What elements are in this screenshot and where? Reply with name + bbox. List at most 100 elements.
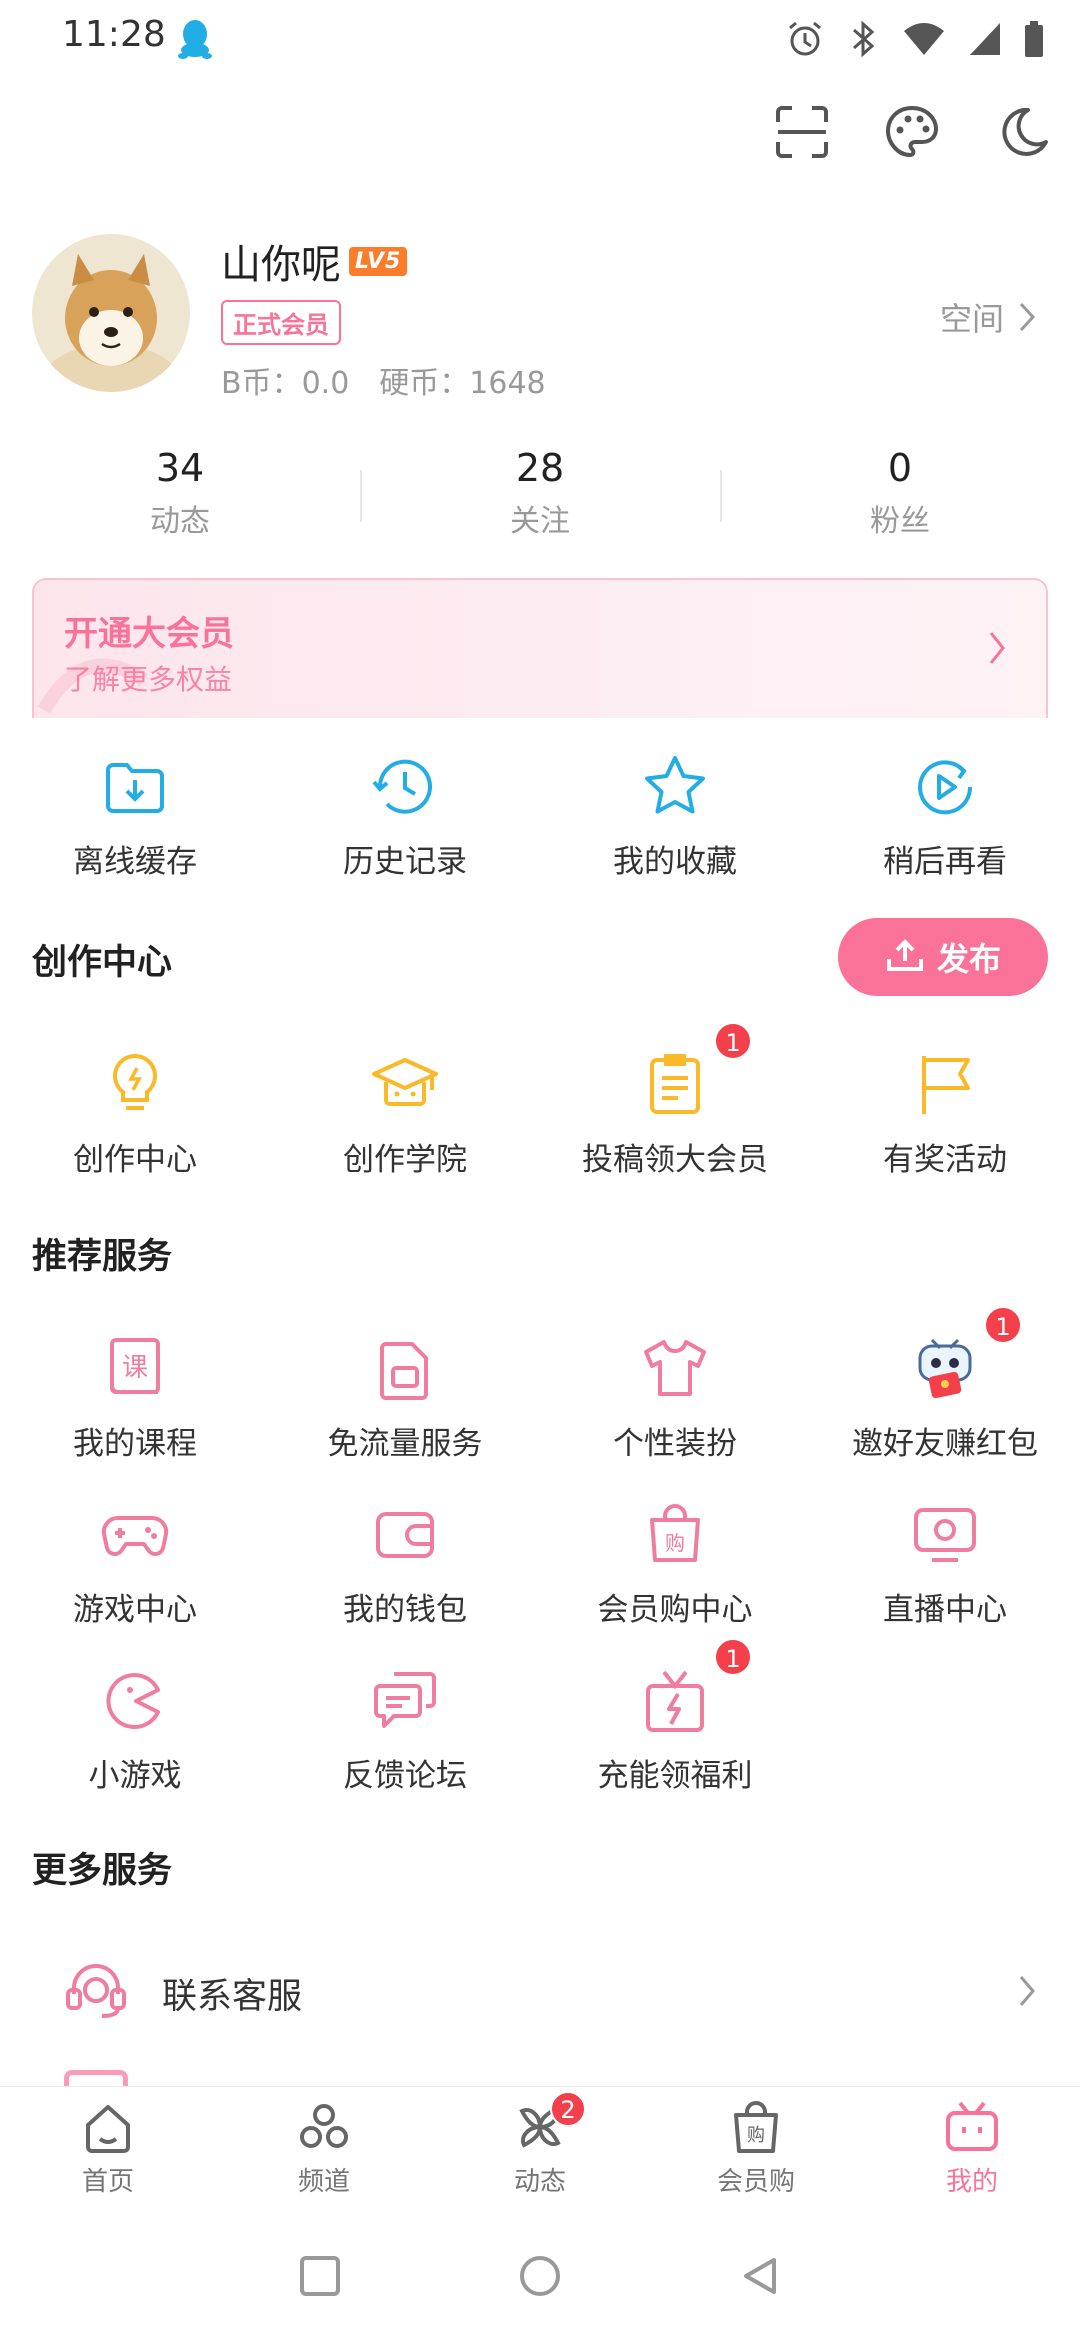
tab-label: 会员购 — [716, 2167, 795, 2197]
profile-stats: 34 动态 28 关注 0 粉丝 — [0, 446, 1080, 546]
creation-item-label: 有奖活动 — [883, 1142, 1007, 1178]
space-link[interactable]: 空间 — [940, 294, 1036, 340]
stat-dynamics[interactable]: 34 动态 — [0, 446, 360, 546]
stat-following[interactable]: 28 关注 — [360, 446, 720, 546]
status-bar: 11:28 — [0, 0, 1080, 80]
flag-icon — [922, 1056, 970, 1114]
star-icon — [645, 756, 705, 814]
tab-label: 动态 — [513, 2167, 566, 2197]
creation-section-title: 创作中心 — [32, 943, 173, 983]
invite-friends-item[interactable]: 1 邀好友赚红包 — [810, 1306, 1080, 1463]
b-coin-balance: B币：0.0 — [221, 366, 350, 401]
creation-item-label: 投稿领大会员 — [582, 1142, 768, 1178]
watch-later-item[interactable]: 稍后再看 — [810, 752, 1080, 881]
feedback-forum-item[interactable]: 反馈论坛 — [270, 1666, 540, 1795]
live-center-item[interactable]: 直播中心 — [810, 1500, 1080, 1629]
back-triangle-icon[interactable] — [738, 2254, 782, 2298]
publish-button[interactable]: 发布 — [838, 918, 1048, 996]
history-item[interactable]: 历史记录 — [270, 752, 540, 881]
creation-item-label: 创作中心 — [73, 1142, 197, 1178]
tab-vip-shop[interactable]: 购 会员购 — [648, 2087, 864, 2214]
sim-card-icon — [380, 1342, 428, 1400]
tab-dynamics[interactable]: 2 动态 — [432, 2087, 648, 2214]
watch-later-icon — [918, 760, 973, 815]
space-label: 空间 — [939, 300, 1004, 338]
pinwheel-icon-wrap: 2 — [512, 2091, 586, 2155]
mascot-red-envelope-icon — [918, 1338, 972, 1399]
customer-service-row[interactable]: 联系客服 — [0, 1940, 1080, 2040]
vip-status-tag[interactable]: 正式会员 — [221, 300, 341, 345]
history-clock-icon — [372, 759, 432, 814]
wallet-icon — [376, 1512, 434, 1558]
reward-events-item[interactable]: 有奖活动 — [810, 1050, 1080, 1179]
avatar[interactable] — [32, 234, 190, 392]
stat-label: 动态 — [150, 504, 210, 539]
bluetooth-icon — [853, 20, 875, 58]
quick-action-label: 稍后再看 — [883, 844, 1007, 880]
system-navigation-bar — [0, 2214, 1080, 2340]
submit-for-vip-item[interactable]: 1 投稿领大会员 — [540, 1022, 810, 1179]
tab-channel[interactable]: 频道 — [216, 2087, 432, 2214]
quick-action-label: 离线缓存 — [73, 844, 197, 880]
alarm-icon — [789, 21, 821, 56]
graduation-cap-icon — [372, 1058, 438, 1106]
headset-icon — [66, 1964, 126, 2018]
gamepad-icon — [101, 1515, 169, 1556]
tab-label: 频道 — [297, 2167, 350, 2197]
quick-action-label: 历史记录 — [343, 844, 467, 880]
course-book-icon: 课 — [110, 1338, 160, 1394]
bilibili-tv-icon — [946, 2101, 998, 2151]
username: 山你呢 — [221, 242, 341, 288]
vip-banner-subtitle: 了解更多权益 — [64, 663, 233, 696]
chevron-right-icon — [989, 632, 1005, 664]
clipboard-icon — [650, 1054, 700, 1114]
service-label: 游戏中心 — [73, 1592, 197, 1628]
wifi-icon — [904, 23, 944, 55]
username-row: 山你呢 LV5 — [221, 232, 408, 290]
theme-palette-icon[interactable] — [884, 104, 940, 160]
charge-benefits-item[interactable]: 1 充能领福利 — [540, 1638, 810, 1795]
wallet-item[interactable]: 我的钱包 — [270, 1500, 540, 1629]
service-label: 会员购中心 — [597, 1592, 753, 1628]
creation-center-item[interactable]: 创作中心 — [0, 1050, 270, 1179]
tab-home[interactable]: 首页 — [0, 2087, 216, 2214]
scan-icon[interactable] — [774, 104, 830, 160]
chat-bubbles-icon — [374, 1672, 436, 1728]
shopping-bag-icon: 购 — [650, 1504, 700, 1562]
service-label: 我的课程 — [73, 1426, 197, 1462]
channel-icon — [300, 2104, 348, 2148]
svg-text:购: 购 — [747, 2125, 765, 2146]
stat-followers[interactable]: 0 粉丝 — [720, 446, 1080, 546]
game-center-item[interactable]: 游戏中心 — [0, 1500, 270, 1629]
mascot-icon-wrap: 1 — [910, 1306, 1022, 1404]
lightbulb-icon — [113, 1053, 157, 1110]
free-data-item[interactable]: 免流量服务 — [270, 1334, 540, 1463]
vip-shop-item[interactable]: 购 会员购中心 — [540, 1500, 810, 1629]
battery-icon — [1025, 21, 1043, 57]
recent-apps-icon[interactable] — [298, 2254, 342, 2298]
favorites-item[interactable]: 我的收藏 — [540, 752, 810, 881]
offline-cache-item[interactable]: 离线缓存 — [0, 752, 270, 881]
tab-label: 首页 — [81, 2167, 134, 2197]
vip-banner-title: 开通大会员 — [64, 614, 234, 654]
stat-value: 0 — [887, 446, 913, 490]
my-courses-item[interactable]: 课 我的课程 — [0, 1334, 270, 1463]
quick-actions-row: 离线缓存 历史记录 我的收藏 稍后再看 — [0, 752, 1080, 881]
home-circle-icon[interactable] — [518, 2254, 562, 2298]
chevron-right-icon — [1019, 1976, 1035, 2006]
recommended-row-2: 游戏中心 我的钱包 购 会员购中心 直播中心 — [0, 1500, 1080, 1629]
shopping-bag-icon: 购 — [734, 2101, 778, 2153]
svg-text:购: 购 — [665, 1531, 685, 1555]
tab-mine[interactable]: 我的 — [864, 2087, 1080, 2214]
mini-games-item[interactable]: 小游戏 — [0, 1666, 270, 1795]
vip-banner[interactable]: 开通大会员 了解更多权益 — [32, 578, 1048, 718]
avatar-shiba-image — [32, 234, 190, 392]
creation-academy-item[interactable]: 创作学院 — [270, 1050, 540, 1179]
notification-badge: 1 — [984, 1306, 1022, 1344]
more-services-title: 更多服务 — [32, 1851, 173, 1891]
gift-bolt-icon — [646, 1670, 704, 1732]
creation-row: 创作中心 创作学院 1 投稿领大会员 有奖活动 — [0, 1022, 1080, 1179]
night-mode-moon-icon[interactable] — [994, 104, 1050, 160]
decoration-item[interactable]: 个性装扮 — [540, 1334, 810, 1463]
pacman-icon — [106, 1673, 160, 1729]
